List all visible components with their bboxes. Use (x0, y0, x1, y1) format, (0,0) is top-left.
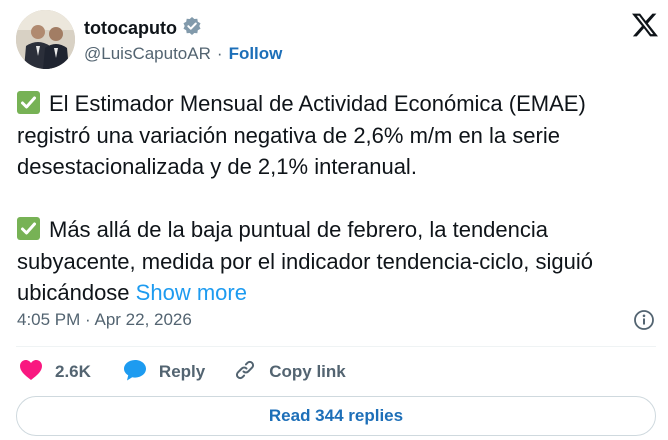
avatar[interactable] (16, 10, 75, 69)
divider (16, 346, 656, 347)
read-replies-button[interactable]: Read 344 replies (16, 396, 656, 436)
copy-link-button[interactable]: Copy link (233, 358, 346, 387)
reply-button[interactable]: Reply (123, 359, 205, 386)
like-button[interactable]: 2.6K (19, 359, 91, 386)
author-name-row: totocaputo (84, 16, 202, 41)
show-more-link[interactable]: Show more (136, 280, 247, 305)
read-replies-label: Read 344 replies (268, 406, 404, 425)
author-display-name[interactable]: totocaputo (84, 18, 177, 39)
info-icon[interactable] (633, 309, 655, 331)
tweet-embed-card: totocaputo @LuisCaputoAR · Follow El Est… (0, 0, 668, 440)
copy-link-label: Copy link (269, 362, 346, 381)
heart-icon (19, 359, 43, 386)
paragraph-text: Más allá de la baja puntual de febrero, … (17, 217, 594, 305)
link-icon (233, 358, 257, 387)
separator-dot: · (216, 44, 223, 63)
reply-label: Reply (158, 362, 206, 381)
check-mark-button-emoji-icon (17, 91, 40, 114)
action-bar: 2.6K Reply Copy link (19, 358, 346, 386)
follow-button[interactable]: Follow (229, 44, 283, 64)
verified-badge-icon (182, 16, 202, 41)
reply-bubble-icon (123, 359, 147, 386)
author-handle[interactable]: @LuisCaputoAR (84, 44, 211, 64)
tweet-timestamp[interactable]: 4:05 PM · Apr 22, 2026 (17, 310, 192, 330)
check-mark-button-emoji-icon (17, 217, 40, 240)
like-count: 2.6K (55, 362, 91, 381)
tweet-paragraph: Más allá de la baja puntual de febrero, … (17, 214, 657, 309)
paragraph-text: El Estimador Mensual de Actividad Económ… (17, 91, 586, 179)
author-handle-row: @LuisCaputoAR · Follow (84, 44, 282, 64)
x-logo-icon[interactable] (632, 12, 658, 38)
tweet-paragraph: El Estimador Mensual de Actividad Económ… (17, 88, 657, 183)
tweet-text: El Estimador Mensual de Actividad Económ… (17, 88, 657, 309)
